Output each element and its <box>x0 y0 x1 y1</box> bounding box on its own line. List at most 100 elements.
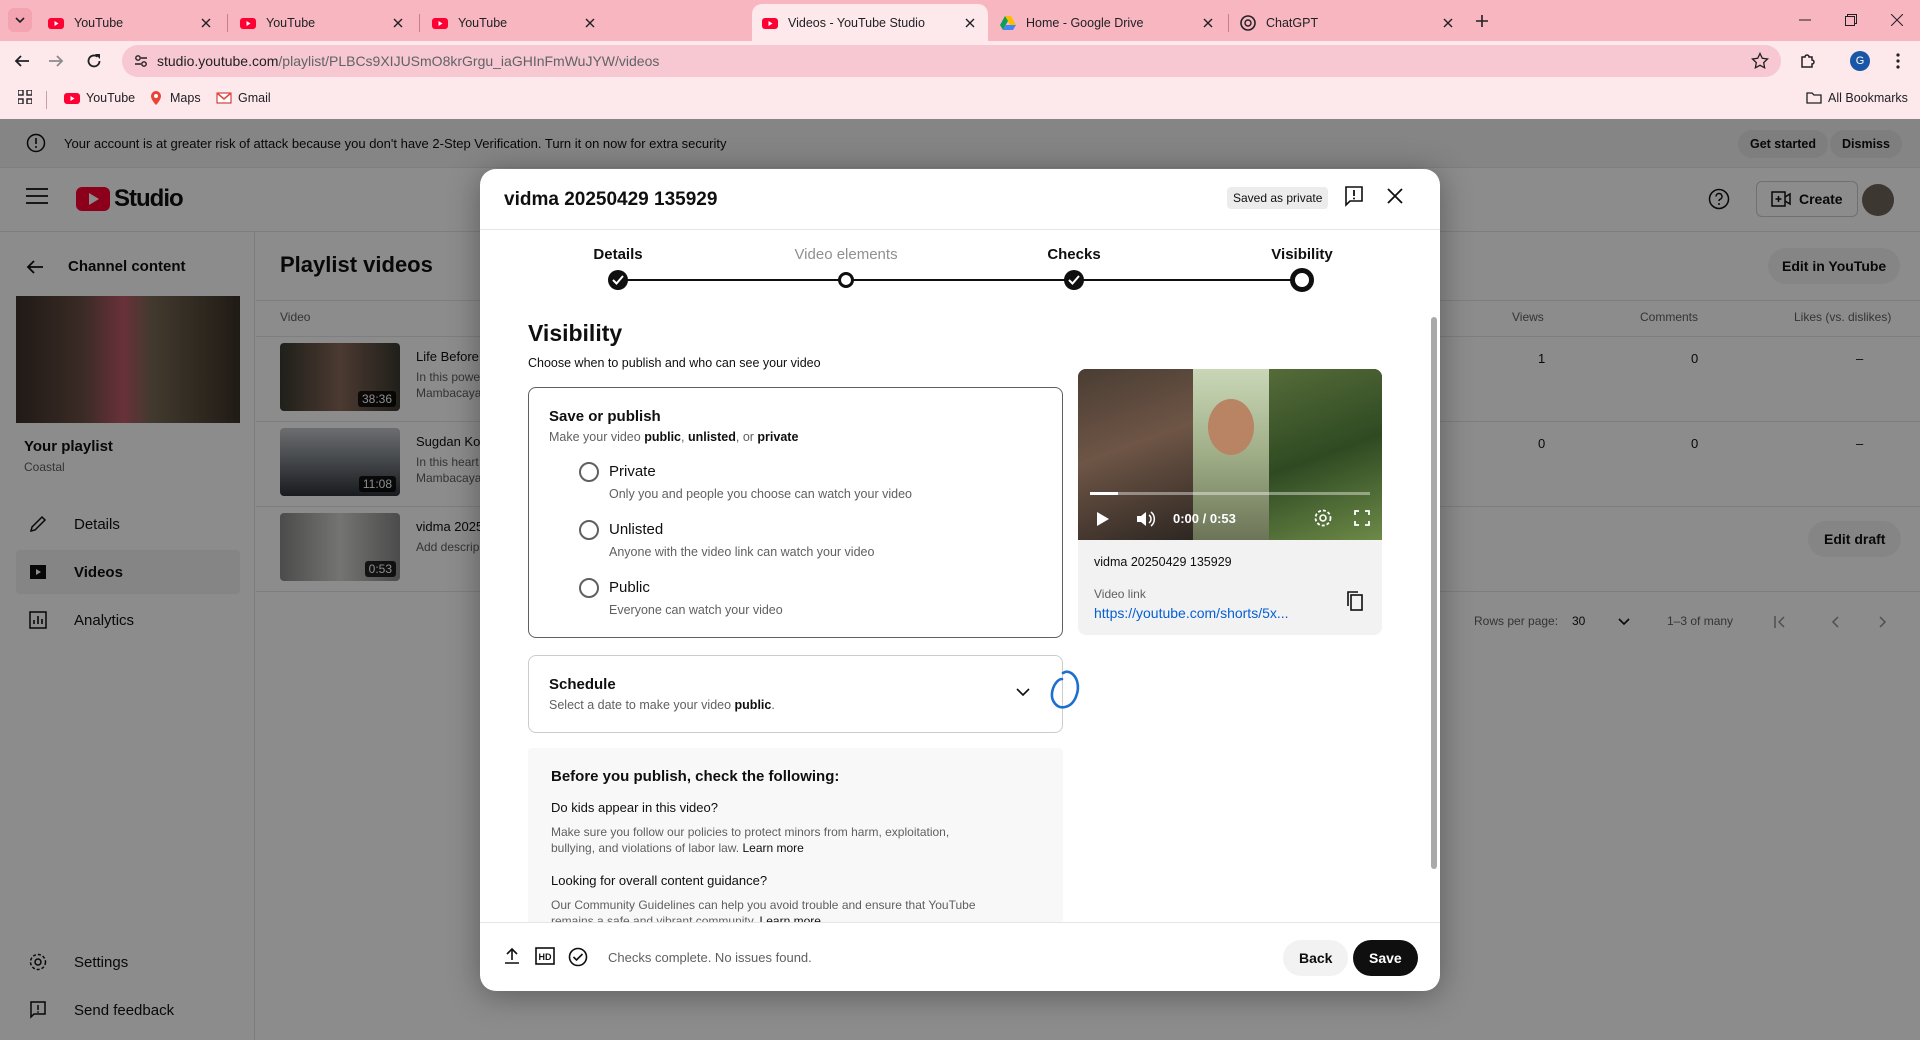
apps-button[interactable] <box>18 90 32 104</box>
tab-title: ChatGPT <box>1266 15 1319 30</box>
close-icon[interactable] <box>1386 187 1404 205</box>
bookmark-youtube[interactable]: YouTube <box>64 90 135 106</box>
site-info-icon[interactable] <box>134 53 148 69</box>
step-checks[interactable]: Checks <box>1047 246 1100 263</box>
video-link[interactable]: https://youtube.com/shorts/5x... <box>1094 605 1324 621</box>
preview-video-name: vidma 20250429 135929 <box>1094 555 1232 569</box>
step-details[interactable]: Details <box>593 246 642 263</box>
chevron-down-icon <box>15 17 25 24</box>
checklist-title: Before you publish, check the following: <box>551 768 840 785</box>
unlisted-label[interactable]: Unlisted <box>609 521 663 538</box>
apps-grid-icon <box>18 90 32 104</box>
tab-search-button[interactable] <box>8 8 32 32</box>
bookmark-maps[interactable]: Maps <box>148 90 201 106</box>
learn-more-link[interactable]: Learn more <box>742 841 803 855</box>
google-drive-icon <box>1000 15 1016 30</box>
close-tab-icon[interactable] <box>1440 15 1456 31</box>
step-incomplete-icon[interactable] <box>838 272 854 288</box>
forward-button[interactable] <box>44 49 68 73</box>
gear-icon[interactable] <box>1313 508 1333 528</box>
browser-tab[interactable]: YouTube <box>38 4 224 41</box>
private-radio[interactable] <box>579 462 599 482</box>
video-player[interactable]: 0:00 / 0:53 <box>1078 369 1382 540</box>
upload-icon <box>505 947 519 964</box>
checks-status-text: Checks complete. No issues found. <box>608 950 812 965</box>
step-visibility[interactable]: Visibility <box>1271 246 1332 263</box>
dialog-title: vidma 20250429 135929 <box>504 189 718 210</box>
private-desc: Only you and people you choose can watch… <box>609 487 912 501</box>
close-tab-icon[interactable] <box>390 15 406 31</box>
private-label[interactable]: Private <box>609 463 656 480</box>
close-window-button[interactable] <box>1874 0 1920 40</box>
svg-text:HD: HD <box>539 952 552 962</box>
more-vert-icon <box>1896 53 1900 69</box>
extensions-button[interactable] <box>1796 49 1820 73</box>
checklist-answer-kids: Make sure you follow our policies to pro… <box>551 824 991 856</box>
desc-public: public <box>734 698 772 712</box>
video-progress-bar[interactable] <box>1090 492 1370 495</box>
gmail-icon <box>216 92 232 104</box>
chatgpt-icon <box>1240 14 1256 31</box>
plus-icon <box>1476 15 1488 27</box>
save-button[interactable]: Save <box>1353 940 1418 976</box>
reload-button[interactable] <box>82 49 106 73</box>
back-button[interactable]: Back <box>1283 940 1349 976</box>
fullscreen-icon[interactable] <box>1354 510 1370 526</box>
url-host: studio.youtube.com <box>157 53 279 69</box>
checklist-question-guidance: Looking for overall content guidance? <box>551 873 768 888</box>
step-current-icon[interactable] <box>1290 268 1314 292</box>
step-complete-icon[interactable] <box>1064 270 1084 290</box>
desc-text: Make your video <box>549 430 645 444</box>
browser-tab[interactable]: YouTube <box>422 4 608 41</box>
tab-title: YouTube <box>458 15 508 30</box>
youtube-icon <box>762 17 778 29</box>
bookmark-gmail[interactable]: Gmail <box>216 90 271 106</box>
saved-status-badge: Saved as private <box>1227 187 1329 209</box>
schedule-title: Schedule <box>549 676 616 693</box>
minimize-button[interactable] <box>1782 0 1828 40</box>
volume-icon[interactable] <box>1136 510 1156 528</box>
checklist-question-kids: Do kids appear in this video? <box>551 800 718 815</box>
new-tab-button[interactable] <box>1470 9 1494 33</box>
restore-button[interactable] <box>1828 0 1874 40</box>
step-video-elements[interactable]: Video elements <box>794 246 897 263</box>
dialog-scrollbar[interactable] <box>1431 317 1437 869</box>
back-button[interactable] <box>10 49 34 73</box>
copy-icon[interactable] <box>1346 590 1364 612</box>
close-tab-icon[interactable] <box>582 15 598 31</box>
browser-menu-button[interactable] <box>1886 49 1910 73</box>
browser-tab-active[interactable]: Videos - YouTube Studio <box>752 4 988 41</box>
profile-button[interactable]: G <box>1848 49 1872 73</box>
save-or-publish-card[interactable]: Save or publish Make your video public, … <box>528 387 1063 638</box>
upload-visibility-dialog: vidma 20250429 135929 Saved as private D… <box>480 169 1440 991</box>
desc-text: , <box>681 430 688 444</box>
bookmark-star-icon[interactable] <box>1751 52 1769 70</box>
close-tab-icon[interactable] <box>962 15 978 31</box>
learn-more-link[interactable]: Learn more <box>760 914 821 922</box>
play-icon[interactable] <box>1096 511 1110 527</box>
feedback-flag-icon[interactable] <box>1344 186 1364 208</box>
profile-avatar: G <box>1850 51 1870 71</box>
address-bar[interactable]: studio.youtube.com/playlist/PLBCs9XIJUSm… <box>122 45 1781 77</box>
url-path: /playlist/PLBCs9XIJUSmO8krGrgu_iaGHInFmW… <box>278 53 660 69</box>
browser-tab[interactable]: ChatGPT <box>1230 4 1466 41</box>
schedule-card[interactable]: Schedule Select a date to make your vide… <box>528 655 1063 733</box>
stepper-line <box>618 279 1306 281</box>
public-radio[interactable] <box>579 578 599 598</box>
annotation-circle-icon <box>1050 670 1080 709</box>
video-frame <box>1208 399 1254 455</box>
tab-title: Home - Google Drive <box>1026 15 1144 30</box>
chevron-down-icon[interactable] <box>1016 688 1030 697</box>
desc-text: , or <box>735 430 758 444</box>
all-bookmarks-button[interactable]: All Bookmarks <box>1806 90 1908 106</box>
step-complete-icon[interactable] <box>608 270 628 290</box>
video-time: 0:00 / 0:53 <box>1173 511 1236 526</box>
browser-tab[interactable]: Home - Google Drive <box>990 4 1226 41</box>
desc-text: . <box>771 698 775 712</box>
close-tab-icon[interactable] <box>198 15 214 31</box>
browser-tab[interactable]: YouTube <box>230 4 416 41</box>
visibility-heading: Visibility <box>528 320 623 346</box>
close-tab-icon[interactable] <box>1200 15 1216 31</box>
public-label[interactable]: Public <box>609 579 650 596</box>
unlisted-radio[interactable] <box>579 520 599 540</box>
